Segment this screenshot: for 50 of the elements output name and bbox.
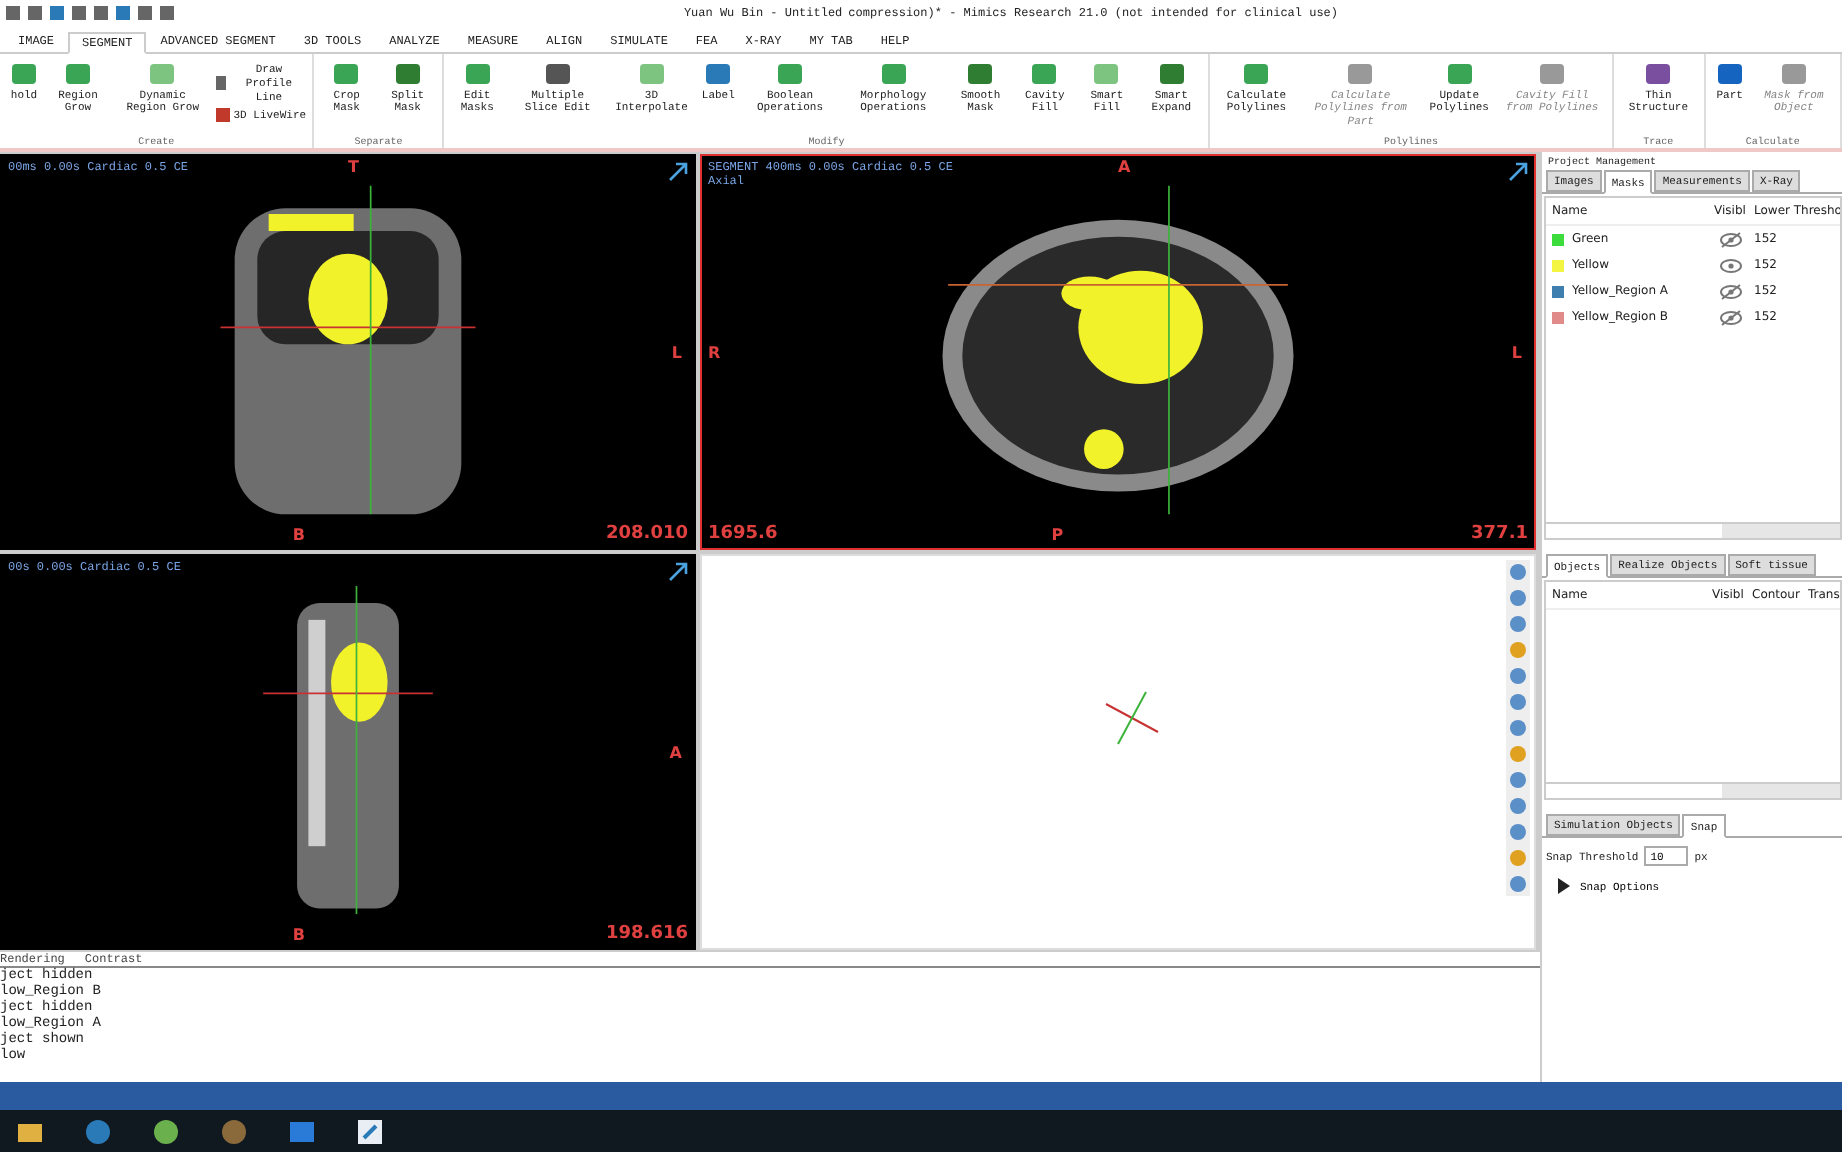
slice-position: 208.010: [606, 524, 688, 544]
orientation-label: P: [1051, 526, 1064, 544]
orientation-label: B: [292, 526, 305, 544]
tool-icon: [543, 58, 572, 86]
orientation-label: B: [292, 926, 305, 944]
tool-icon: [1715, 58, 1744, 86]
maximize-icon[interactable]: [668, 562, 688, 582]
tool-icon: [215, 76, 226, 90]
tool-icon: [463, 58, 492, 86]
scrollbar[interactable]: [1546, 522, 1840, 538]
eye-slash-icon[interactable]: [1719, 231, 1741, 247]
eye-slash-icon[interactable]: [1719, 309, 1741, 325]
tool-icon: [393, 58, 422, 86]
orientation-label: R: [708, 344, 721, 363]
orientation-label: T: [348, 158, 359, 176]
orientation-label: L: [1511, 344, 1522, 363]
taskbar-icon[interactable]: [356, 1117, 384, 1145]
tool-icon: [1030, 58, 1059, 86]
orientation-label: L: [671, 344, 682, 363]
tool-icon: [1445, 58, 1474, 86]
scrollbar[interactable]: [1546, 782, 1840, 798]
maximize-icon[interactable]: [1508, 162, 1528, 182]
eye-icon[interactable]: [1719, 257, 1741, 273]
expand-triangle-icon: [1558, 878, 1570, 894]
tool-icon: [879, 58, 908, 86]
tool-icon: [10, 58, 38, 86]
tool-icon: [637, 58, 666, 86]
slice-position: 198.616: [606, 924, 688, 944]
tool-icon: [966, 58, 995, 86]
orientation-label: A: [669, 744, 682, 763]
taskbar-icon[interactable]: [152, 1117, 180, 1145]
slice-position: 1695.6: [708, 524, 778, 544]
tool-icon: [332, 58, 361, 86]
tool-icon: [215, 108, 230, 122]
tool-icon: [1644, 58, 1673, 86]
axes-icon: [1102, 688, 1162, 748]
tool-icon: [776, 58, 804, 86]
tool-icon: [1242, 58, 1271, 86]
tool-icon: [1157, 58, 1186, 86]
tool-icon: [1092, 58, 1121, 86]
tool-icon: [63, 58, 92, 86]
maximize-icon[interactable]: [668, 162, 688, 182]
orientation-label: A: [1118, 158, 1131, 176]
eye-slash-icon[interactable]: [1719, 283, 1741, 299]
slice-position: 377.1: [1471, 524, 1528, 544]
tool-icon: [704, 58, 733, 86]
tool-icon: [1346, 58, 1375, 86]
tool-icon: [1779, 58, 1808, 86]
tool-icon: [1538, 58, 1567, 86]
tool-icon: [148, 58, 177, 86]
